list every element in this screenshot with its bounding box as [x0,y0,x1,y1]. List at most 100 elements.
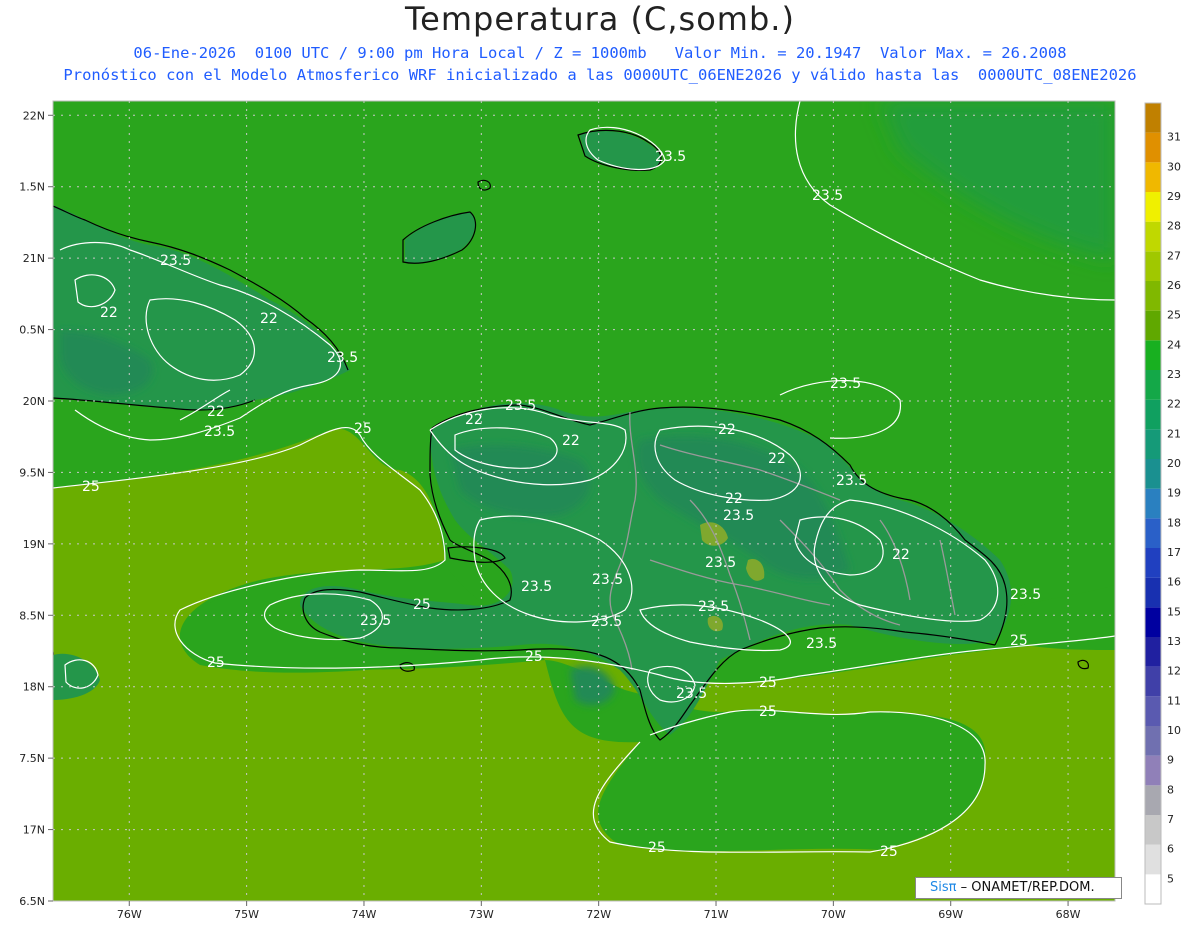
contour-label: 23.5 [698,599,729,615]
contour-label: 23.5 [830,376,861,392]
x-tick-label: 71W [704,908,729,921]
colorbar-label: 27 [1167,249,1181,262]
colorbar: 5 6 7 8 9 10 11 12 13 15 16 17 18 19 20 21 22 23 24 25 26 27 2… [1144,102,1181,905]
colorbar-segment [1145,370,1161,400]
colorbar-label: 23 [1167,368,1181,381]
colorbar-label: 17 [1167,546,1181,559]
y-tick-label: 7.5N [19,752,45,765]
contour-label: 25 [354,421,372,437]
colorbar-label: 7 [1167,813,1174,826]
colorbar-segment [1145,281,1161,311]
contour-label: 23.5 [1010,587,1041,603]
colorbar-segment [1145,488,1161,519]
contour-label: 23.5 [591,614,622,630]
longitude-axis: 76W 75W 74W 73W 72W 71W 70W 69W 68W [117,901,1081,921]
colorbar-segment [1145,340,1161,370]
colorbar-segment [1145,815,1161,845]
colorbar-segment [1145,785,1161,815]
contour-label: 23.5 [836,473,867,489]
y-tick-label: 9.5N [19,466,45,479]
colorbar-label: 8 [1167,783,1174,796]
contour-label: 25 [413,597,431,613]
colorbar-label: 11 [1167,694,1181,707]
colorbar-label: 31 [1167,131,1181,144]
colorbar-label: 24 [1167,338,1181,351]
contour-label: 25 [880,844,898,860]
colorbar-segment [1145,251,1161,281]
credit-text: – ONAMET/REP.DOM. [956,880,1095,895]
y-tick-label: 0.5N [19,324,45,337]
contour-label: 23.5 [327,350,358,366]
x-tick-label: 74W [352,908,377,921]
colorbar-label: 28 [1167,220,1181,233]
colorbar-label: 15 [1167,605,1181,618]
colorbar-label: 19 [1167,487,1181,500]
y-tick-label: 19N [23,538,45,551]
y-tick-label: 6.5N [19,895,45,908]
colorbar-segment [1145,844,1161,875]
colorbar-segment [1145,726,1161,756]
colorbar-segment [1145,459,1161,489]
colorbar-segment [1145,221,1161,252]
colorbar-segment [1145,696,1161,726]
colorbar-segment [1145,577,1161,608]
x-tick-label: 73W [469,908,494,921]
contour-label: 23.5 [592,572,623,588]
contour-label: 23.5 [723,508,754,524]
colorbar-label: 6 [1167,843,1174,856]
colorbar-label: 30 [1167,160,1181,173]
x-tick-label: 69W [938,908,963,921]
credit-box: Sisπ – ONAMET/REP.DOM. [915,877,1122,899]
contour-label: 22 [260,311,278,327]
contour-label: 22 [465,412,483,428]
colorbar-label: 21 [1167,427,1181,440]
contour-label: 22 [768,451,786,467]
colorbar-segment [1145,637,1161,667]
contour-label: 25 [525,649,543,665]
colorbar-segment [1145,429,1161,459]
y-tick-label: 21N [23,252,45,265]
colorbar-label: 20 [1167,457,1181,470]
y-tick-label: 17N [23,824,45,837]
contour-label: 23.5 [360,613,391,629]
x-tick-label: 72W [586,908,611,921]
contour-label: 25 [648,840,666,856]
colorbar-label: 22 [1167,398,1181,411]
latitude-axis: 22N 1.5N 21N 0.5N 20N 9.5N 19N 8.5N 18N 7.5N 17N 6.… [19,109,53,908]
contour-label: 23.5 [505,398,536,414]
contour-label: 25 [759,704,777,720]
colorbar-label: 9 [1167,754,1174,767]
contour-label: 23.5 [676,686,707,702]
y-tick-label: 1.5N [19,181,45,194]
colorbar-label: 5 [1167,872,1174,885]
x-tick-label: 68W [1056,908,1081,921]
contour-label: 22 [725,491,743,507]
colorbar-label: 18 [1167,516,1181,529]
temperature-map: 23.5 23.5 23.5 22 22 23.5 23.5 23.5 22 2… [19,100,1181,921]
contour-label: 23.5 [806,636,837,652]
colorbar-segment [1145,132,1161,163]
colorbar-segment [1145,162,1161,192]
contour-label: 25 [1010,633,1028,649]
contour-label: 23.5 [655,149,686,165]
colorbar-segment [1145,192,1161,222]
colorbar-segment [1145,103,1161,133]
colorbar-segment [1145,607,1161,637]
colorbar-segment [1145,399,1161,430]
contour-label: 23.5 [160,253,191,269]
colorbar-segment [1145,666,1161,697]
colorbar-label: 25 [1167,309,1181,322]
colorbar-segment [1145,518,1161,548]
colorbar-label: 12 [1167,665,1181,678]
contour-label: 23.5 [521,579,552,595]
contour-label: 22 [562,433,580,449]
contour-label: 23.5 [705,555,736,571]
x-tick-label: 70W [821,908,846,921]
y-tick-label: 20N [23,395,45,408]
colorbar-segment [1145,874,1161,904]
colorbar-label: 29 [1167,190,1181,203]
contour-label: 22 [892,547,910,563]
colorbar-label: 10 [1167,724,1181,737]
contour-label: 25 [207,655,225,671]
contour-label: 25 [759,675,777,691]
